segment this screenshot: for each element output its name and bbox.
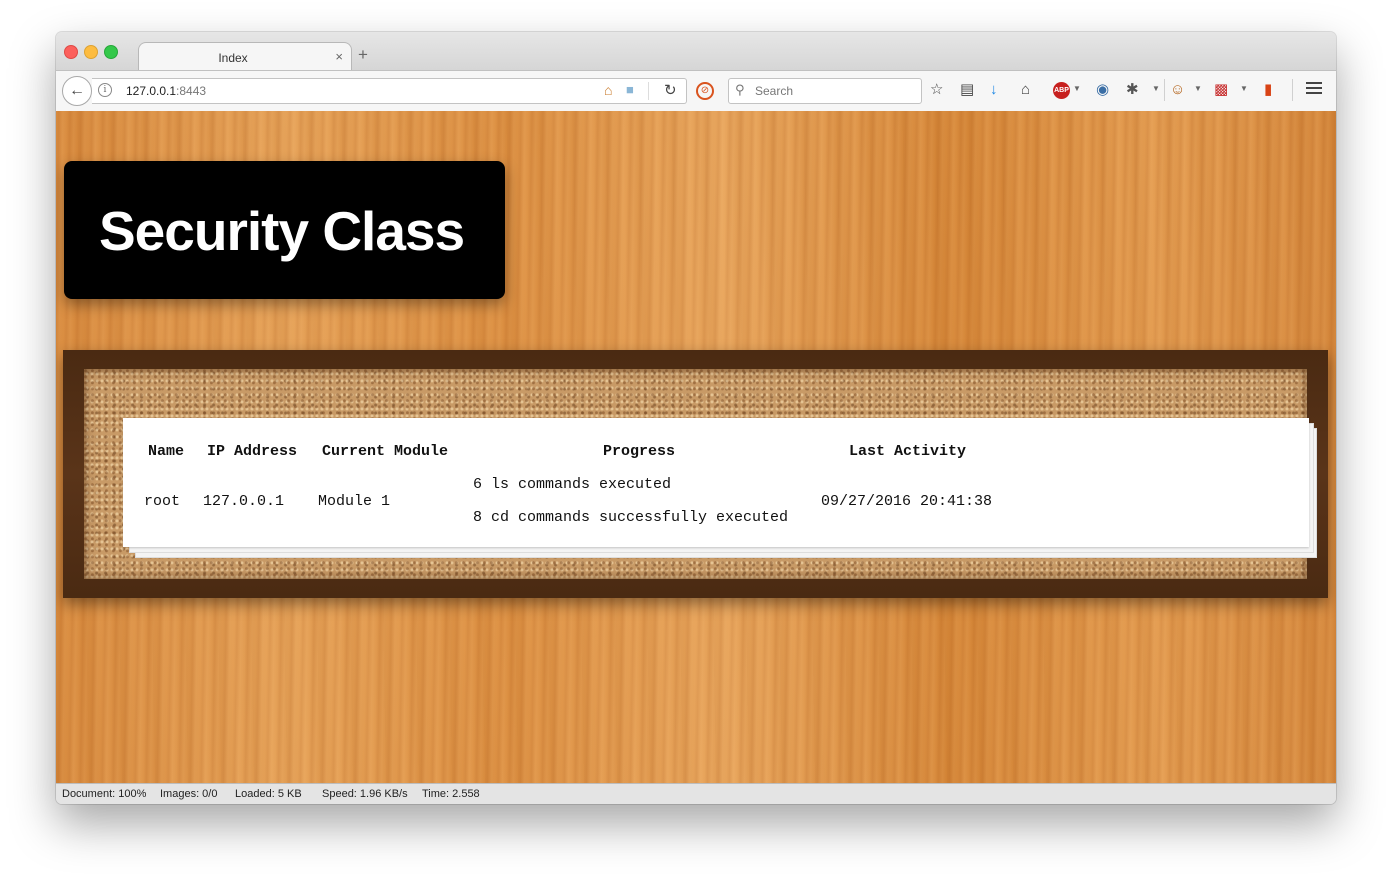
lamp-icon[interactable]: ▮ xyxy=(1264,81,1272,99)
url-divider xyxy=(648,82,649,100)
status-bar: Document: 100% Images: 0/0 Loaded: 5 KB … xyxy=(56,783,1336,804)
cell-module: Module 1 xyxy=(318,493,391,510)
star-icon[interactable]: ☆ xyxy=(930,81,943,99)
abp-icon[interactable]: ABP xyxy=(1053,82,1070,99)
header-progress: Progress xyxy=(603,443,676,460)
tab-title: Index xyxy=(218,51,248,65)
navigation-toolbar: ← i 127.0.0.1:8443 ⌂ ■ ↻ ⊘ ⚲ Search ☆ ▤ … xyxy=(56,70,1336,112)
new-tab-button[interactable]: + xyxy=(358,45,368,65)
search-icon: ⚲ xyxy=(735,82,745,97)
url-host: 127.0.0.1 xyxy=(126,84,177,98)
back-arrow-icon: ← xyxy=(69,82,85,99)
reload-icon[interactable]: ↻ xyxy=(664,81,677,99)
bug-dropdown-icon[interactable]: ▼ xyxy=(1152,84,1160,93)
url-port: :8443 xyxy=(176,84,207,98)
users-table-sheet: Name IP Address Current Module Progress … xyxy=(123,418,1309,547)
back-button[interactable]: ← xyxy=(62,76,92,106)
title-banner: Security Class xyxy=(64,161,505,299)
download-icon[interactable]: ↓ xyxy=(990,81,998,99)
toolbar-divider xyxy=(1164,79,1165,101)
cell-progress-line: 8 cd commands successfully executed xyxy=(473,509,789,526)
header-current-module: Current Module xyxy=(322,443,449,460)
status-document: Document: 100% xyxy=(62,788,147,800)
menu-icon[interactable] xyxy=(1306,79,1322,97)
status-images: Images: 0/0 xyxy=(160,788,218,800)
home-icon[interactable]: ⌂ xyxy=(1021,81,1030,99)
status-time: Time: 2.558 xyxy=(422,788,480,800)
reading-list-icon[interactable]: ▤ xyxy=(960,81,974,99)
monkey-dropdown-icon[interactable]: ▼ xyxy=(1194,84,1202,93)
info-icon[interactable]: i xyxy=(98,83,112,97)
header-name: Name xyxy=(148,443,185,460)
house-icon[interactable]: ⌂ xyxy=(604,82,612,98)
tab-index[interactable]: Index × xyxy=(138,42,352,72)
cell-name: root xyxy=(144,493,181,510)
abp-dropdown-icon[interactable]: ▼ xyxy=(1073,84,1081,93)
block-icon[interactable]: ⊘ xyxy=(696,82,714,100)
page-title: Security Class xyxy=(99,200,465,262)
page-content: Security Class Name IP Address Current M… xyxy=(56,111,1336,783)
url-text[interactable]: 127.0.0.1:8443 xyxy=(126,84,206,98)
bulletin-board-frame: Name IP Address Current Module Progress … xyxy=(63,350,1328,598)
status-loaded: Loaded: 5 KB xyxy=(235,788,302,800)
url-bar[interactable]: i 127.0.0.1:8443 ⌂ ■ ↻ xyxy=(92,78,687,104)
browser-window: Index × + ← i 127.0.0.1:8443 ⌂ ■ ↻ ⊘ ⚲ S… xyxy=(56,32,1336,804)
search-placeholder: Search xyxy=(755,84,794,98)
extension-cube-icon[interactable]: ■ xyxy=(626,82,634,97)
cork-board: Name IP Address Current Module Progress … xyxy=(84,369,1317,579)
cell-progress-line: 6 ls commands executed xyxy=(473,476,672,493)
search-input[interactable]: ⚲ Search xyxy=(728,78,922,104)
tab-close-icon[interactable]: × xyxy=(335,49,343,64)
status-speed: Speed: 1.96 KB/s xyxy=(322,788,408,800)
cell-ip: 127.0.0.1 xyxy=(203,493,285,510)
minimize-window-button[interactable] xyxy=(84,45,98,59)
cell-last-activity: 09/27/2016 20:41:38 xyxy=(821,493,993,510)
header-ip-address: IP Address xyxy=(207,443,298,460)
header-last-activity: Last Activity xyxy=(849,443,967,460)
news-dropdown-icon[interactable]: ▼ xyxy=(1240,84,1248,93)
toolbar-divider xyxy=(1292,79,1293,101)
tab-strip: Index × + xyxy=(56,32,1336,72)
zoom-window-button[interactable] xyxy=(104,45,118,59)
news-icon[interactable]: ▩ xyxy=(1214,81,1228,99)
close-window-button[interactable] xyxy=(64,45,78,59)
monkey-icon[interactable]: ☺ xyxy=(1170,81,1185,99)
globe-icon[interactable]: ◉ xyxy=(1096,81,1109,99)
bug-icon[interactable]: ✱ xyxy=(1126,81,1139,99)
